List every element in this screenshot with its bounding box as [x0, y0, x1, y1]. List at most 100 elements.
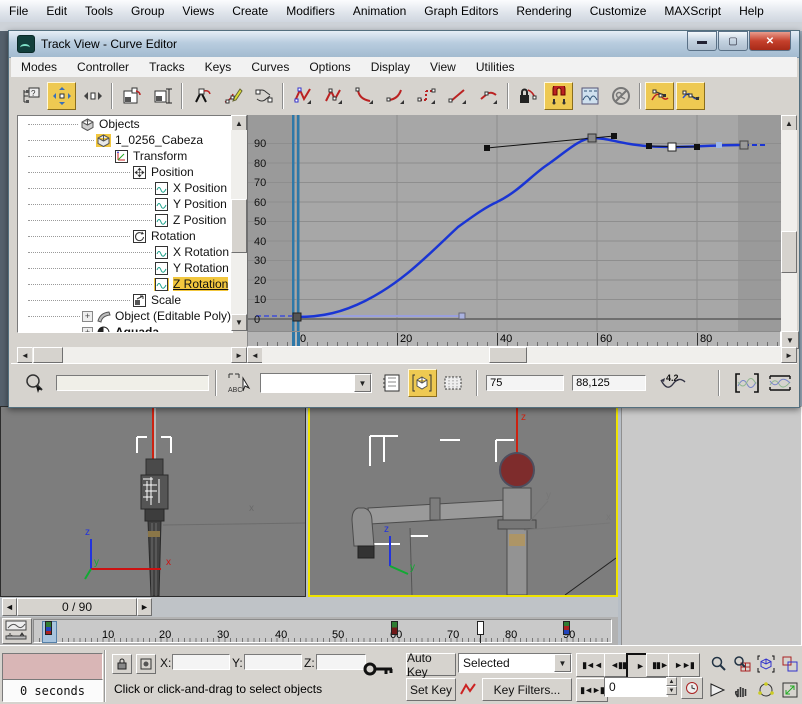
curve-editor-time-ruler[interactable]: 0 20 40 60 80	[247, 331, 781, 347]
tree-item-objects[interactable]: Objects	[18, 116, 232, 132]
set-key-big-button[interactable]	[362, 658, 396, 683]
zoom-horizontal-extents-button[interactable]	[731, 369, 762, 397]
key-frame-0[interactable]	[45, 621, 52, 635]
zoom-extents-all-button[interactable]	[778, 653, 801, 674]
close-button[interactable]: ✕	[749, 31, 791, 51]
menu-customize[interactable]: Customize	[581, 4, 656, 18]
set-tangents-fast-button[interactable]	[350, 82, 379, 110]
viewport-perspective-active[interactable]: z y x z y	[308, 406, 618, 597]
pan-button[interactable]	[730, 679, 753, 700]
menu-group[interactable]: Group	[122, 4, 173, 18]
menu-create[interactable]: Create	[223, 4, 277, 18]
zoom-button[interactable]	[706, 653, 729, 674]
spinner-up-icon[interactable]: ▲	[666, 677, 677, 686]
graph-vscrollbar[interactable]: ▲	[781, 115, 797, 331]
time-slider[interactable]: ◄ 0 / 90 ►	[0, 597, 618, 617]
key-frame-60[interactable]	[391, 621, 398, 635]
tree-item-rotation[interactable]: Rotation	[18, 228, 232, 244]
time-configuration-button[interactable]	[681, 677, 703, 699]
coord-x-field[interactable]	[172, 654, 230, 670]
tree-item-z-rotation-selected[interactable]: Z Rotation	[18, 276, 232, 292]
tangent-handle[interactable]	[484, 145, 490, 151]
menu-maxscript[interactable]: MAXScript	[655, 4, 730, 18]
tree-vscroll-thumb[interactable]	[231, 199, 247, 253]
track-bar-ruler[interactable]: 10 20 30 40 50 60 70 80 90	[33, 619, 612, 643]
curve-key-frame90[interactable]	[740, 141, 748, 149]
filter-keys-button[interactable]: ?	[16, 82, 45, 110]
show-frames-button[interactable]	[439, 369, 467, 397]
edit-track-set-button[interactable]	[378, 369, 406, 397]
graph-hscroll-thumb[interactable]	[489, 347, 527, 363]
track-bar[interactable]: 10 20 30 40 50 60 70 80 90	[0, 617, 618, 645]
set-tangents-smooth-button[interactable]	[474, 82, 503, 110]
tree-item-cabeza[interactable]: 1_0256_Cabeza	[18, 132, 232, 148]
coord-z-field[interactable]	[316, 654, 366, 670]
tree-item-z-position[interactable]: Z Position	[18, 212, 232, 228]
cmenu-modes[interactable]: Modes	[11, 60, 67, 74]
set-tangents-custom-button[interactable]	[319, 82, 348, 110]
absolute-offset-toggle[interactable]	[136, 654, 156, 674]
tree-item-scale[interactable]: Scale	[18, 292, 232, 308]
tangent-handle[interactable]	[694, 144, 700, 150]
tree-vscrollbar[interactable]: ▲ ▼	[231, 115, 247, 331]
zoom-all-button[interactable]	[730, 653, 753, 674]
key-filters-button[interactable]: Key Filters...	[482, 678, 572, 701]
menu-file[interactable]: File	[0, 4, 37, 18]
reduce-keys-button[interactable]	[249, 82, 278, 110]
menu-rendering[interactable]: Rendering	[507, 4, 580, 18]
min-max-toggle-button[interactable]	[778, 679, 801, 700]
cmenu-view[interactable]: View	[420, 60, 466, 74]
maxscript-mini-listener[interactable]	[2, 653, 103, 681]
tangent-handle[interactable]	[611, 133, 617, 139]
tree-item-x-position[interactable]: X Position	[18, 180, 232, 196]
set-tangents-linear-button[interactable]	[443, 82, 472, 110]
current-frame-field[interactable]: 0	[604, 677, 668, 697]
show-keyable-icons-button[interactable]	[606, 82, 635, 110]
go-to-end-button[interactable]: ►►▮	[668, 653, 700, 677]
tree-item-aguada[interactable]: + Aguada	[18, 324, 232, 333]
tree-hscroll-thumb[interactable]	[33, 347, 63, 363]
scroll-left-icon[interactable]: ◄	[247, 347, 263, 363]
coord-y-field[interactable]	[244, 654, 302, 670]
spinner-down-icon[interactable]: ▼	[666, 686, 677, 695]
field-of-view-button[interactable]	[706, 679, 729, 700]
maximize-button[interactable]: ▢	[718, 31, 748, 51]
curve-key-frame75-selected[interactable]	[668, 143, 676, 151]
z-rotation-curve[interactable]	[297, 138, 744, 317]
scale-keys-button[interactable]	[117, 82, 146, 110]
key-time-field[interactable]	[486, 375, 564, 391]
scroll-right-icon[interactable]: ►	[231, 347, 247, 363]
menu-animation[interactable]: Animation	[344, 4, 415, 18]
zoom-selected-object-button[interactable]	[21, 369, 49, 397]
scroll-down-icon[interactable]: ▼	[231, 314, 247, 331]
time-cursor-line-2[interactable]	[297, 115, 300, 331]
tangent-handle[interactable]	[646, 143, 652, 149]
tree-item-editable-poly[interactable]: + Object (Editable Poly)	[18, 308, 232, 324]
tree-item-y-rotation[interactable]: Y Rotation	[18, 260, 232, 276]
cmenu-curves[interactable]: Curves	[241, 60, 299, 74]
tree-item-x-rotation[interactable]: X Rotation	[18, 244, 232, 260]
menu-views[interactable]: Views	[173, 4, 223, 18]
tree-item-transform[interactable]: Transform	[18, 148, 232, 164]
lock-tangents-button[interactable]	[513, 82, 542, 110]
default-in-out-tangents-button[interactable]	[458, 678, 478, 699]
snap-frames-button[interactable]	[544, 82, 573, 110]
track-view-titlebar[interactable]: Track View - Curve Editor ▬ ▢ ✕	[9, 31, 799, 58]
prev-frame-arrow[interactable]: ◄	[2, 598, 17, 616]
menu-modifiers[interactable]: Modifiers	[277, 4, 344, 18]
scroll-right-icon[interactable]: ►	[781, 347, 797, 363]
chevron-down-icon[interactable]: ▼	[554, 654, 571, 672]
expander-plus-icon[interactable]: +	[82, 327, 93, 334]
frame-spinner[interactable]: ▲ ▼	[666, 677, 677, 695]
key-value-field[interactable]	[572, 375, 646, 391]
selection-set-dropdown[interactable]: Selected ▼	[458, 653, 572, 673]
menu-graph-editors[interactable]: Graph Editors	[415, 4, 507, 18]
controller-tree[interactable]: Objects 1_0256_Cabeza Transform Position	[17, 115, 233, 333]
time-slider-value[interactable]: 0 / 90	[17, 598, 137, 616]
cmenu-options[interactable]: Options	[299, 60, 360, 74]
key-frame-90[interactable]	[563, 621, 570, 635]
zoom-extents-button[interactable]	[754, 653, 777, 674]
set-key-button[interactable]: Set Key	[406, 678, 456, 701]
secondary-curve-key[interactable]	[459, 313, 465, 319]
param-out-of-range-button[interactable]	[575, 82, 604, 110]
